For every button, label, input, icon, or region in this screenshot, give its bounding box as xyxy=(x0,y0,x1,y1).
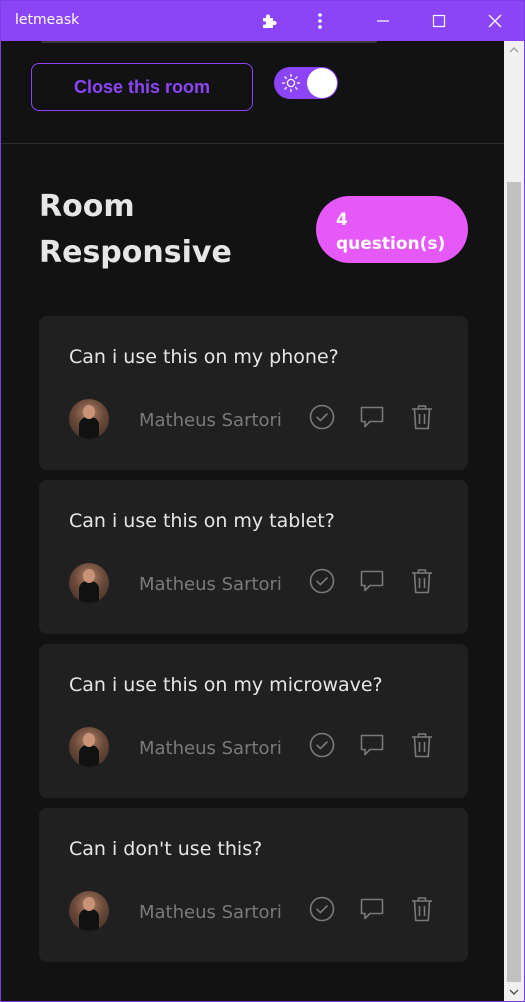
check-circle-icon xyxy=(309,568,335,594)
maximize-icon xyxy=(432,14,446,28)
trash-icon xyxy=(412,405,432,430)
check-circle-icon xyxy=(309,404,335,430)
delete-button[interactable] xyxy=(407,566,437,596)
message-icon xyxy=(360,570,384,592)
scroll-up-arrow-icon[interactable] xyxy=(509,47,519,53)
puzzle-icon xyxy=(263,14,277,28)
trash-icon xyxy=(412,569,432,594)
delete-button[interactable] xyxy=(407,894,437,924)
question-count-label: question(s) xyxy=(336,234,446,254)
highlight-button[interactable] xyxy=(357,402,387,432)
room-header: Close this room xyxy=(1,41,504,144)
trash-icon xyxy=(412,897,432,922)
sun-icon xyxy=(281,73,301,93)
question-text: Can i use this on my microwave? xyxy=(69,674,383,696)
more-options-button[interactable] xyxy=(305,1,335,41)
check-circle-icon xyxy=(309,896,335,922)
room-title: Room Responsive xyxy=(39,189,232,270)
minimize-icon xyxy=(377,20,389,22)
avatar xyxy=(69,727,109,767)
avatar xyxy=(69,563,109,603)
more-vertical-icon xyxy=(318,13,322,29)
minimize-button[interactable] xyxy=(367,1,399,41)
scroll-down-arrow-icon[interactable] xyxy=(509,989,519,995)
highlight-button[interactable] xyxy=(357,566,387,596)
author-name: Matheus Sartori xyxy=(139,902,282,923)
toggle-knob xyxy=(307,68,337,98)
question-text: Can i use this on my phone? xyxy=(69,346,339,368)
message-icon xyxy=(360,734,384,756)
question-count-number: 4 xyxy=(336,210,348,230)
extensions-button[interactable] xyxy=(253,1,287,41)
trash-icon xyxy=(412,733,432,758)
question-text: Can i use this on my tablet? xyxy=(69,510,335,532)
app-window: letmeask Close this room Room Responsive… xyxy=(0,0,525,1002)
title-bar: letmeask xyxy=(1,1,524,41)
question-card: Can i use this on my microwave? Matheus … xyxy=(39,644,468,798)
mark-answered-button[interactable] xyxy=(307,730,337,760)
author-name: Matheus Sartori xyxy=(139,574,282,595)
theme-toggle[interactable] xyxy=(274,67,338,99)
maximize-button[interactable] xyxy=(423,1,455,41)
header-divider xyxy=(41,41,377,43)
check-circle-icon xyxy=(309,732,335,758)
close-icon xyxy=(488,14,502,28)
highlight-button[interactable] xyxy=(357,894,387,924)
vertical-scrollbar[interactable] xyxy=(504,41,524,1001)
mark-answered-button[interactable] xyxy=(307,402,337,432)
question-count-badge: 4 question(s) xyxy=(316,196,468,263)
avatar xyxy=(69,891,109,931)
author-name: Matheus Sartori xyxy=(139,410,282,431)
mark-answered-button[interactable] xyxy=(307,894,337,924)
window-title: letmeask xyxy=(15,12,80,28)
close-window-button[interactable] xyxy=(479,1,511,41)
avatar xyxy=(69,399,109,439)
question-card: Can i use this on my tablet? Matheus Sar… xyxy=(39,480,468,634)
scrollbar-thumb[interactable] xyxy=(507,182,521,982)
delete-button[interactable] xyxy=(407,402,437,432)
delete-button[interactable] xyxy=(407,730,437,760)
message-icon xyxy=(360,406,384,428)
question-text: Can i don't use this? xyxy=(69,838,263,860)
close-room-button[interactable]: Close this room xyxy=(31,63,253,111)
highlight-button[interactable] xyxy=(357,730,387,760)
mark-answered-button[interactable] xyxy=(307,566,337,596)
author-name: Matheus Sartori xyxy=(139,738,282,759)
page-content: Close this room Room Responsive 4 questi… xyxy=(1,41,504,1001)
question-card: Can i don't use this? Matheus Sartori xyxy=(39,808,468,962)
message-icon xyxy=(360,898,384,920)
question-card: Can i use this on my phone? Matheus Sart… xyxy=(39,316,468,470)
